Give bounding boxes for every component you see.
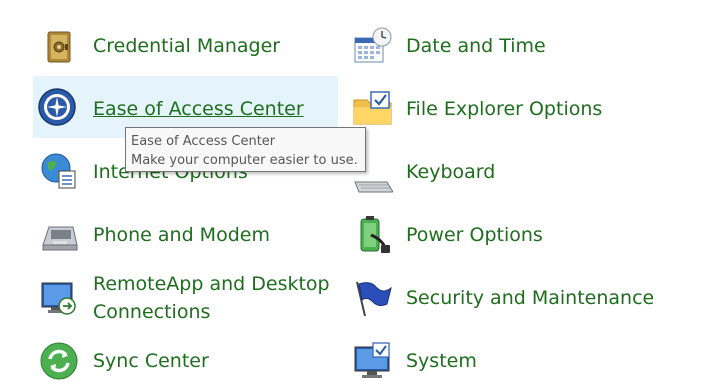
- system-label: System: [406, 350, 477, 372]
- credential-manager-label: Credential Manager: [93, 35, 281, 57]
- tooltip-title: Ease of Access Center: [131, 134, 276, 149]
- control-panel-item-date-time[interactable]: Date and Time: [347, 16, 687, 76]
- control-panel-item-remoteapp[interactable]: RemoteApp and Desktop Connections: [33, 266, 338, 330]
- control-panel-item-system[interactable]: System: [347, 331, 687, 391]
- sync-center-icon: [39, 341, 79, 381]
- control-panel-item-credential-manager[interactable]: Credential Manager: [33, 16, 338, 76]
- file-explorer-options-icon: [353, 88, 393, 128]
- ease-of-access-icon: [37, 87, 77, 127]
- control-panel-item-keyboard[interactable]: Keyboard: [347, 142, 687, 202]
- control-panel-item-file-explorer-options[interactable]: File Explorer Options: [347, 79, 687, 139]
- keyboard-label: Keyboard: [406, 161, 496, 183]
- ease-of-access-label[interactable]: Ease of Access Center: [93, 95, 304, 123]
- remoteapp-icon: [39, 278, 79, 318]
- power-options-icon: [353, 215, 393, 255]
- date-time-label: Date and Time: [406, 35, 546, 57]
- control-panel-item-sync-center[interactable]: Sync Center: [33, 331, 338, 391]
- control-panel-item-power-options[interactable]: Power Options: [347, 205, 687, 265]
- remoteapp-label-line1: RemoteApp and Desktop: [93, 273, 330, 295]
- security-maintenance-icon: [353, 278, 393, 318]
- power-options-label: Power Options: [406, 224, 543, 246]
- control-panel-item-security-maintenance[interactable]: Security and Maintenance: [347, 268, 687, 328]
- tooltip-description: Make your computer easier to use.: [131, 153, 358, 168]
- internet-options-icon: [39, 151, 79, 191]
- ease-of-access-tooltip: Ease of Access Center Make your computer…: [125, 127, 366, 172]
- system-icon: [353, 341, 393, 381]
- remoteapp-label-line2: Connections: [93, 301, 211, 323]
- phone-modem-label: Phone and Modem: [93, 224, 270, 246]
- date-time-icon: [353, 26, 393, 66]
- phone-modem-icon: [39, 215, 79, 255]
- credential-manager-icon: [39, 26, 79, 66]
- security-maintenance-label: Security and Maintenance: [406, 287, 655, 309]
- sync-center-label: Sync Center: [93, 350, 209, 372]
- file-explorer-options-label: File Explorer Options: [406, 98, 603, 120]
- control-panel-item-phone-modem[interactable]: Phone and Modem: [33, 205, 338, 265]
